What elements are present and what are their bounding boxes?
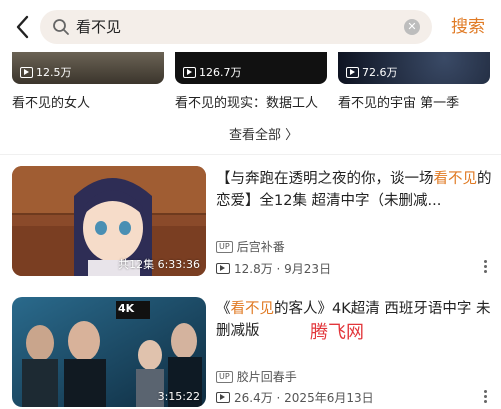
play-icon <box>20 66 33 78</box>
see-all-link[interactable]: 查看全部 〉 <box>229 124 298 143</box>
highlight-keyword: 看不见 <box>230 301 275 317</box>
related-card-thumb[interactable]: 126.7万 <box>175 52 327 84</box>
view-count: 72.6万 <box>346 64 398 80</box>
divider <box>0 154 501 155</box>
watermark-text: 腾飞网 <box>310 322 364 343</box>
play-icon <box>346 66 359 78</box>
uploader-name: 胶片回春手 <box>236 370 297 384</box>
view-count: 12.5万 <box>20 64 72 80</box>
video-title[interactable]: 【与奔跑在透明之夜的你，谈一场看不见的恋爱】全12集 超清中字（未删减... <box>216 168 492 212</box>
up-icon: UP <box>216 370 233 383</box>
search-icon <box>53 19 69 35</box>
highlight-keyword: 看不见 <box>433 171 478 187</box>
play-count-date: 26.4万 · 2025年6月13日 <box>234 391 374 405</box>
related-card-title[interactable]: 看不见的现实：数据工人 <box>175 92 318 111</box>
play-count-icon <box>216 392 230 403</box>
back-arrow-icon[interactable] <box>12 14 34 40</box>
view-count: 126.7万 <box>183 64 242 80</box>
more-options-icon[interactable] <box>478 389 492 405</box>
stats-row: 12.8万 · 9月23日 <box>216 260 331 277</box>
related-card-title[interactable]: 看不见的女人 <box>12 92 90 111</box>
related-card-thumb[interactable]: 72.6万 <box>338 52 490 84</box>
up-icon: UP <box>216 240 233 253</box>
play-count-icon <box>216 263 230 274</box>
4k-label: 4K <box>118 302 135 315</box>
related-card-thumb[interactable]: 12.5万 <box>12 52 164 84</box>
video-thumbnail[interactable]: 共12集 6:33:36 <box>12 166 206 276</box>
episode-duration-badge: 共12集 6:33:36 <box>118 258 200 271</box>
video-thumbnail[interactable]: 4K 3:15:22 <box>12 297 206 407</box>
search-query: 看不见 <box>76 18 122 36</box>
uploader-row[interactable]: UP 后宫补番 <box>216 238 285 255</box>
play-count-date: 12.8万 · 9月23日 <box>234 262 332 276</box>
related-cards: 12.5万 看不见的女人 126.7万 看不见的现实：数据工人 72.6万 看不… <box>0 52 501 112</box>
search-button[interactable]: 搜索 <box>451 16 485 38</box>
uploader-name: 后宫补番 <box>236 240 285 254</box>
search-input[interactable]: 看不见 ✕ <box>40 10 432 44</box>
clear-icon[interactable]: ✕ <box>404 19 420 35</box>
play-icon <box>183 66 196 78</box>
related-card-title[interactable]: 看不见的宇宙 第一季 <box>338 92 459 111</box>
more-options-icon[interactable] <box>478 259 492 275</box>
stats-row: 26.4万 · 2025年6月13日 <box>216 389 374 406</box>
search-header: 看不见 ✕ 搜索 <box>0 0 501 52</box>
duration-badge: 3:15:22 <box>157 390 200 403</box>
uploader-row[interactable]: UP 胶片回春手 <box>216 368 297 385</box>
